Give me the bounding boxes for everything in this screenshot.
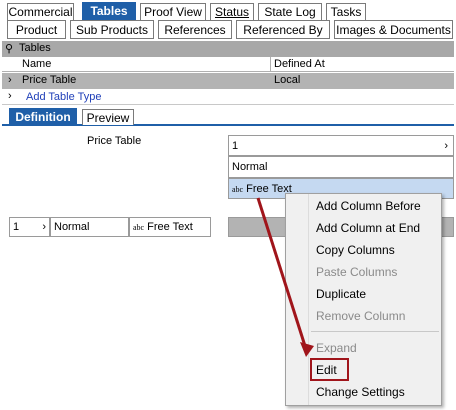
annotation-arrow [256, 197, 314, 357]
